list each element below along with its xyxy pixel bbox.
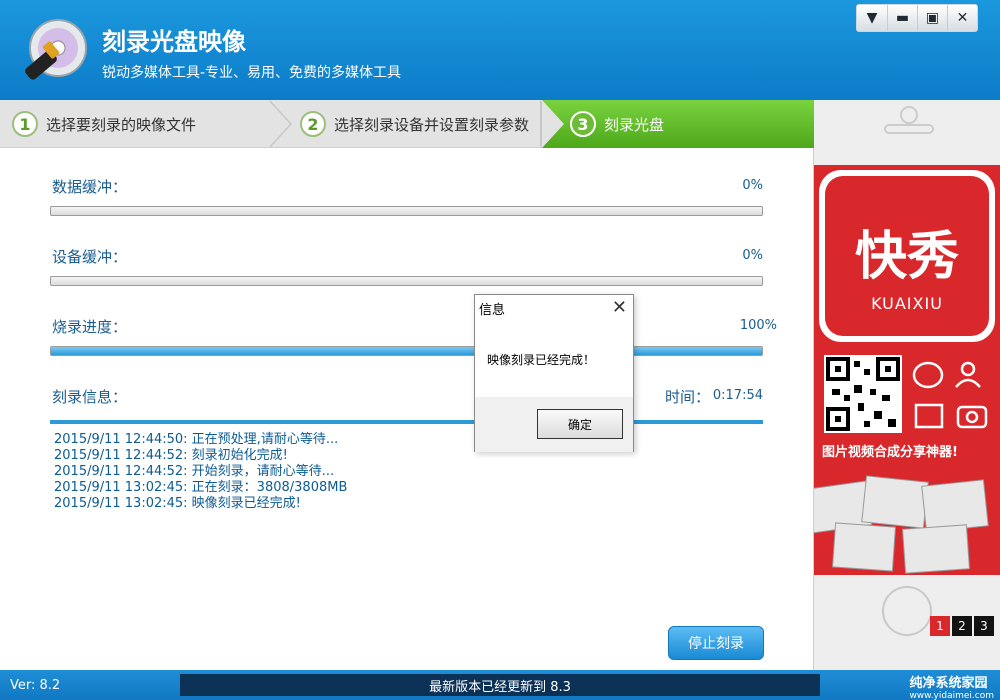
- ad-brand-en: KUAIXIU: [871, 294, 943, 313]
- log-line: 2015/9/11 13:02:45: 映像刻录已经完成!: [54, 496, 301, 511]
- step-label: 选择要刻录的映像文件: [46, 115, 197, 134]
- minimize-icon[interactable]: ▬: [887, 5, 917, 31]
- step-1: 1 选择要刻录的映像文件: [0, 100, 272, 148]
- burn-progress-label: 烧录进度：: [52, 318, 128, 336]
- ad-page-2[interactable]: 2: [952, 616, 972, 636]
- watermark-url: www.yidaimei.com: [909, 691, 994, 700]
- step-arrow: [268, 100, 290, 148]
- app-title: 刻录光盘映像: [102, 28, 246, 56]
- close-icon[interactable]: ✕: [947, 5, 977, 31]
- step-arrow: [542, 100, 564, 148]
- device-buffer-label: 设备缓冲：: [52, 248, 128, 266]
- wizard-steps: 1 选择要刻录的映像文件 2 选择刻录设备并设置刻录参数 3 刻录光盘: [0, 100, 814, 148]
- close-icon[interactable]: ✕: [612, 297, 627, 318]
- step-label: 选择刻录设备并设置刻录参数: [334, 115, 530, 134]
- log-line: 2015/9/11 13:02:45: 正在刻录：3808/3808MB: [54, 480, 348, 495]
- burn-progress-fill: [51, 347, 762, 355]
- version-label: Ver: 8.2: [10, 678, 61, 693]
- ad-panel[interactable]: 快秀 KUAIXIU 图片视频合成分享神器! 1 2 3: [814, 100, 1000, 670]
- burn-panel: 数据缓冲： 0% 设备缓冲： 0% 烧录进度： 100% 刻录信息： 时间： 0…: [0, 148, 814, 670]
- ad-banner[interactable]: 快秀 KUAIXIU 图片视频合成分享神器!: [814, 165, 1000, 575]
- disc-logo-icon: [25, 19, 87, 80]
- dialog-title: 信息: [479, 303, 506, 318]
- device-buffer-value: 0%: [742, 248, 763, 263]
- phone-speaker-icon: [884, 124, 934, 134]
- app-header: 刻录光盘映像 锐动多媒体工具-专业、易用、免费的多媒体工具 ▼ ▬ ▣ ✕: [0, 0, 1000, 100]
- burn-progress-bar: [50, 346, 763, 356]
- info-dialog: 信息 ✕ 映像刻录已经完成！ 确定: [474, 294, 634, 452]
- ad-pager: 1 2 3: [930, 616, 994, 636]
- watermark-text: 纯净系统家园: [909, 676, 988, 691]
- social-icons: [912, 361, 988, 429]
- log-line: 2015/9/11 12:44:50: 正在预处理,请耐心等待...: [54, 432, 339, 447]
- step-number: 3: [570, 111, 596, 137]
- log-line: 2015/9/11 12:44:52: 刻录初始化完成!: [54, 448, 288, 463]
- step-number: 2: [300, 111, 326, 137]
- step-number: 1: [12, 111, 38, 137]
- step-3: 3 刻录光盘: [542, 100, 814, 148]
- watermark: 纯净系统家园 www.yidaimei.com: [909, 672, 994, 700]
- ad-slogan: 图片视频合成分享神器!: [822, 445, 958, 460]
- burn-info-label: 刻录信息：: [52, 388, 128, 406]
- step-label: 刻录光盘: [604, 115, 665, 134]
- ad-page-3[interactable]: 3: [974, 616, 994, 636]
- status-bar: Ver: 8.2 最新版本已经更新到 8.3 纯净系统家园 www.yidaim…: [0, 670, 1000, 700]
- ad-app-tile: 快秀 KUAIXIU: [819, 170, 995, 342]
- info-divider: [50, 420, 763, 424]
- dialog-footer: 确定: [475, 397, 633, 452]
- burn-progress-value: 100%: [739, 318, 777, 333]
- data-buffer-label: 数据缓冲：: [52, 178, 128, 196]
- device-buffer-bar: [50, 276, 763, 286]
- window-controls: ▼ ▬ ▣ ✕: [856, 4, 978, 32]
- ad-brand: 快秀: [854, 227, 959, 287]
- ad-page-1[interactable]: 1: [930, 616, 950, 636]
- qr-code-icon: [824, 355, 902, 433]
- stop-burn-button[interactable]: 停止刻录: [668, 626, 764, 660]
- ok-button[interactable]: 确定: [537, 409, 623, 439]
- phone-camera-icon: [900, 106, 918, 124]
- step-2: 2 选择刻录设备并设置刻录参数: [292, 100, 542, 148]
- update-notice[interactable]: 最新版本已经更新到 8.3: [180, 674, 820, 696]
- burn-log: 2015/9/11 12:44:50: 正在预处理,请耐心等待... 2015/…: [54, 432, 347, 512]
- phone-home-button-icon: [882, 586, 932, 636]
- app-subtitle: 锐动多媒体工具-专业、易用、免费的多媒体工具: [102, 65, 402, 81]
- time-value: 0:17:54: [712, 388, 763, 403]
- dialog-message: 映像刻录已经完成！: [487, 353, 596, 367]
- ad-photos-decoration: [814, 475, 989, 574]
- data-buffer-value: 0%: [742, 178, 763, 193]
- maximize-icon[interactable]: ▣: [917, 5, 947, 31]
- menu-icon[interactable]: ▼: [857, 5, 887, 31]
- log-line: 2015/9/11 12:44:52: 开始刻录，请耐心等待...: [54, 464, 335, 479]
- time-label: 时间：: [665, 388, 711, 406]
- data-buffer-bar: [50, 206, 763, 216]
